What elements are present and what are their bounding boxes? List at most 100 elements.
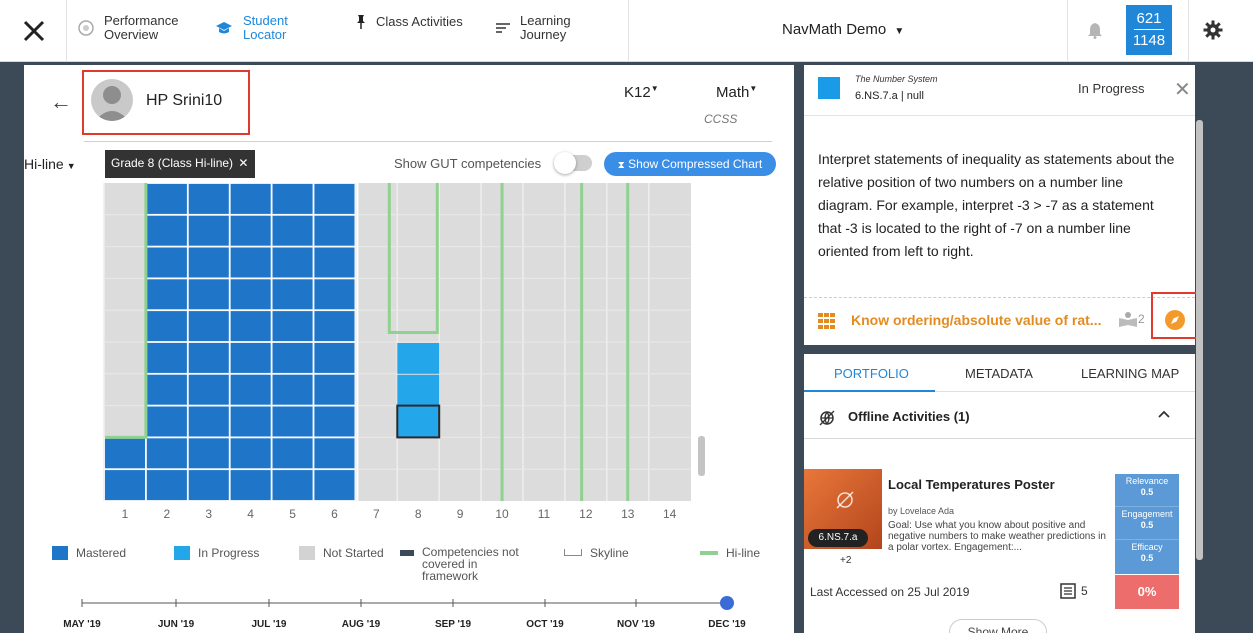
nav-label: Class Activities — [376, 14, 463, 29]
mastered-cell — [313, 214, 356, 247]
competency-name[interactable]: Know ordering/absolute value of rat... — [851, 312, 1101, 328]
mastered-cell — [271, 278, 314, 311]
divider — [804, 438, 1195, 439]
panel-scrollbar[interactable] — [1196, 120, 1203, 560]
chevron-up-icon[interactable] — [1158, 410, 1170, 418]
toggle-knob — [554, 152, 576, 174]
close-icon[interactable] — [20, 17, 48, 45]
close-icon[interactable]: ✕ — [1174, 77, 1191, 102]
top-nav: Performance Overview Student Locator Cla… — [0, 0, 1253, 62]
mastered-cell — [229, 373, 272, 406]
hiline-dropdown[interactable]: Hi-line ▼ — [24, 156, 76, 172]
score-badge[interactable]: 621 1148 — [1126, 5, 1172, 55]
timeline-marker[interactable] — [720, 596, 734, 610]
chart-ticks: 1 2 3 4 5 6 7 8 9 10 11 12 13 14 — [122, 507, 677, 521]
domain-label: The Number System — [855, 74, 938, 84]
legend-swatch — [174, 546, 190, 560]
grade-dropdown-label: K12 — [624, 84, 651, 101]
more-standards-count[interactable]: +2 — [840, 555, 851, 566]
x-tick-label: 7 — [373, 507, 380, 521]
nav-performance-overview[interactable]: Performance Overview — [78, 14, 194, 42]
show-more-button[interactable]: Show More — [949, 619, 1047, 633]
caret-down-icon: ▼ — [749, 84, 758, 93]
standard-chip[interactable]: 6.NS.7.a — [808, 529, 868, 547]
portfolio-panel: PORTFOLIO METADATA LEARNING MAP Offline … — [804, 354, 1195, 633]
mastered-cell — [104, 437, 146, 470]
mastered-cell — [146, 342, 188, 374]
x-tick-label: 9 — [457, 507, 464, 521]
legend-not-started: Not Started — [299, 546, 384, 560]
mastered-cell — [313, 469, 356, 501]
metric-label: Engagement — [1121, 509, 1173, 519]
subject-dropdown-label: Math — [716, 84, 750, 101]
nav-divider — [628, 0, 629, 62]
notes-count[interactable]: 5 — [1060, 583, 1088, 599]
gut-toggle[interactable] — [554, 152, 592, 174]
x-tick-label: 2 — [164, 507, 171, 521]
class-selector[interactable]: NavMath Demo ▼ — [782, 21, 904, 38]
caret-down-icon: ▼ — [650, 84, 659, 93]
metric-efficacy: Efficacy 0.5 — [1115, 540, 1179, 573]
metric-label: Efficacy — [1131, 542, 1163, 552]
nav-learning-journey[interactable]: Learning Journey — [496, 14, 610, 42]
score-top: 621 — [1134, 8, 1164, 30]
mastered-cell — [229, 183, 272, 215]
tab-metadata[interactable]: METADATA — [965, 366, 1033, 381]
grade-chip-label: Grade 8 (Class Hi-line) — [111, 156, 234, 170]
nav-class-activities[interactable]: Class Activities — [356, 14, 466, 30]
divider — [804, 297, 1195, 298]
activity-title[interactable]: Local Temperatures Poster — [888, 477, 1055, 492]
legend-label: Skyline — [590, 546, 629, 560]
grade-chip[interactable]: Grade 8 (Class Hi-line) ✕ — [105, 150, 255, 178]
mastered-cell — [229, 405, 272, 438]
bell-icon[interactable] — [1088, 22, 1102, 39]
competency-chart: 1 2 3 4 5 6 7 8 9 10 11 12 13 14 — [24, 183, 691, 521]
x-tick-label: 6 — [331, 507, 338, 521]
x-tick-label: 1 — [122, 507, 129, 521]
gear-icon[interactable] — [1203, 20, 1223, 40]
grade-dropdown[interactable]: K12▼ — [624, 84, 659, 101]
subject-dropdown[interactable]: Math▼ — [716, 84, 757, 101]
tab-learning-map[interactable]: LEARNING MAP — [1081, 366, 1179, 381]
competency-status: In Progress — [1078, 81, 1145, 96]
close-icon[interactable]: ✕ — [238, 156, 248, 170]
mastered-cell — [229, 437, 272, 470]
mastered-cell — [146, 373, 188, 406]
competency-code: 6.NS.7.a | null — [855, 90, 924, 102]
show-compressed-chart-button[interactable]: ⧗ Show Compressed Chart — [604, 152, 776, 176]
chart-scrollbar[interactable] — [698, 436, 705, 476]
class-title: NavMath Demo — [782, 21, 887, 38]
score-percent: 0% — [1115, 575, 1179, 609]
chart-blank-area — [24, 183, 104, 501]
timeline: MAY '19 JUN '19 JUL '19 AUG '19 SEP '19 OCT '… — [63, 596, 746, 630]
reader-icon — [1119, 312, 1137, 327]
tab-portfolio[interactable]: PORTFOLIO — [834, 366, 909, 381]
nav-divider — [1188, 0, 1189, 62]
mastered-cell — [229, 278, 272, 311]
active-tab-indicator — [804, 390, 935, 392]
back-arrow-icon[interactable]: ← — [50, 89, 72, 115]
menu-lines-icon — [496, 23, 510, 33]
mastered-cell — [146, 246, 188, 279]
compress-label: Show Compressed Chart — [628, 157, 763, 171]
mastered-cell — [271, 214, 314, 247]
nav-student-locator[interactable]: Student Locator — [215, 14, 333, 42]
legend-label: Mastered — [76, 546, 127, 560]
legend-swatch — [299, 546, 315, 560]
mastered-cell — [313, 342, 356, 374]
offline-activities-title[interactable]: Offline Activities (1) — [848, 409, 970, 424]
compass-icon[interactable] — [1165, 310, 1185, 330]
mastered-cell — [271, 437, 314, 470]
framework-label: CCSS — [704, 112, 738, 126]
timeline-ticks: MAY '19 JUN '19 JUL '19 AUG '19 SEP '19 OCT '… — [63, 599, 746, 630]
in-progress-cell — [397, 343, 440, 374]
legend-skyline: Skyline — [564, 546, 629, 560]
x-tick-label: 14 — [663, 507, 677, 521]
graduation-cap-icon — [216, 22, 232, 34]
grid-icon — [818, 313, 835, 329]
competency-description: Interpret statements of inequality as st… — [818, 151, 1175, 259]
timeline-month-label: OCT '19 — [526, 619, 564, 630]
nav-divider — [66, 0, 67, 62]
mastered-cell — [146, 278, 188, 311]
selected-cell — [396, 404, 441, 439]
